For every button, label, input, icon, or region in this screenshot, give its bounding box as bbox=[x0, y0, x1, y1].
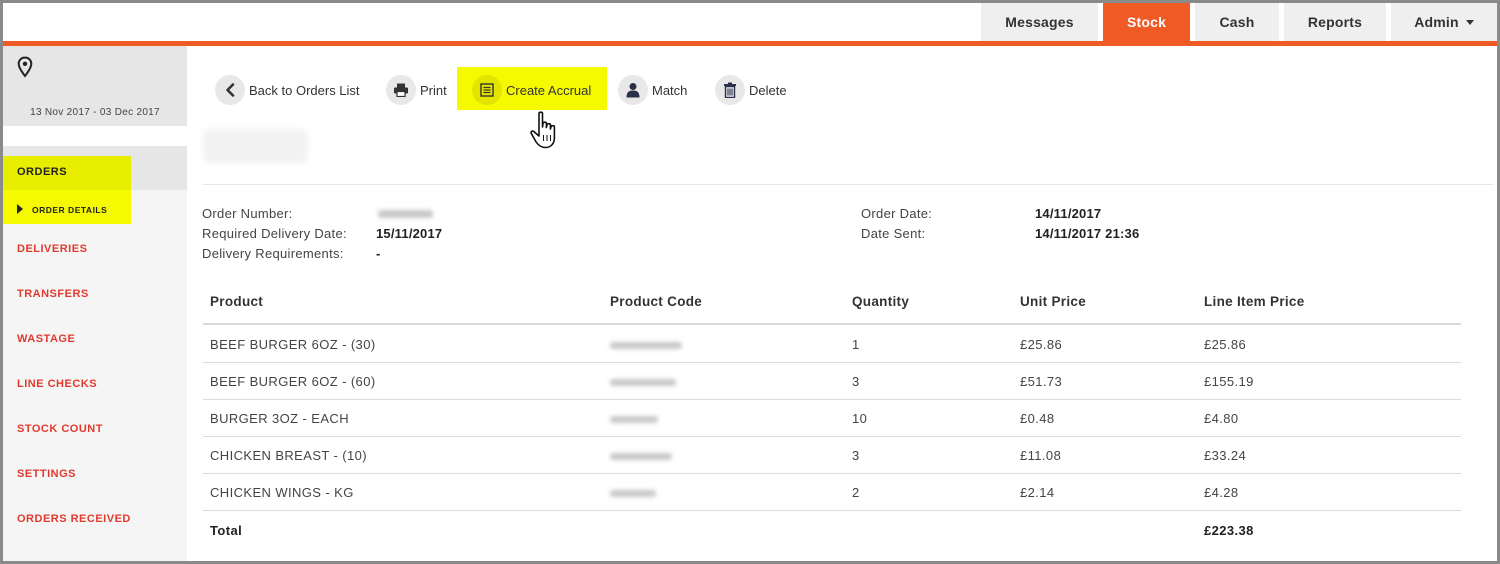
cell-unit-price: £25.86 bbox=[1020, 337, 1063, 352]
sidebar-item-transfers[interactable]: TRANSFERS bbox=[17, 288, 89, 300]
cell-unit-price: £11.08 bbox=[1020, 448, 1062, 463]
table-header: Product Product Code Quantity Unit Price… bbox=[203, 283, 1461, 325]
cell-product-code bbox=[610, 416, 658, 423]
delete-label: Delete bbox=[749, 82, 787, 98]
tab-admin[interactable]: Admin bbox=[1391, 3, 1497, 41]
cell-quantity: 1 bbox=[852, 337, 860, 352]
match-label: Match bbox=[652, 82, 688, 98]
sidebar-item-line-checks[interactable]: LINE CHECKS bbox=[17, 378, 97, 390]
cell-product-code bbox=[610, 453, 672, 460]
map-pin-icon bbox=[17, 56, 33, 78]
header-product: Product bbox=[210, 294, 264, 309]
cell-unit-price: £2.14 bbox=[1020, 485, 1055, 500]
sidebar-item-stock-count[interactable]: STOCK COUNT bbox=[17, 423, 103, 435]
table-row: CHICKEN WINGS - KG 2 £2.14 £4.28 bbox=[203, 474, 1461, 511]
sidebar-item-settings[interactable]: SETTINGS bbox=[17, 468, 76, 480]
trash-icon bbox=[715, 75, 745, 105]
cell-product: BURGER 3OZ - EACH bbox=[210, 411, 349, 426]
table-row: BURGER 3OZ - EACH 10 £0.48 £4.80 bbox=[203, 400, 1461, 437]
date-range: 13 Nov 2017 - 03 Dec 2017 bbox=[30, 107, 160, 118]
cell-line-price: £25.86 bbox=[1204, 337, 1247, 352]
tab-reports[interactable]: Reports bbox=[1284, 3, 1386, 41]
tab-messages[interactable]: Messages bbox=[981, 3, 1098, 41]
header-product-code: Product Code bbox=[610, 294, 703, 309]
print-button[interactable]: Print bbox=[386, 74, 447, 106]
cell-product-code bbox=[610, 379, 676, 386]
cell-line-price: £4.80 bbox=[1204, 411, 1239, 426]
tab-stock[interactable]: Stock bbox=[1103, 3, 1190, 41]
tab-label: Stock bbox=[1126, 14, 1167, 30]
app-window: Messages Stock Cash Reports Admin 13 Nov… bbox=[0, 0, 1500, 564]
cell-product-code bbox=[610, 490, 656, 497]
sidebar: 13 Nov 2017 - 03 Dec 2017 ORDERS ORDER D… bbox=[3, 46, 187, 561]
header-unit-price: Unit Price bbox=[1020, 294, 1087, 309]
blurred-order-number bbox=[378, 210, 433, 218]
back-to-orders-button[interactable]: Back to Orders List bbox=[215, 74, 360, 106]
user-icon bbox=[618, 75, 648, 105]
print-label: Print bbox=[420, 82, 447, 98]
top-nav: Messages Stock Cash Reports Admin bbox=[3, 3, 1497, 46]
sidebar-item-orders-received[interactable]: ORDERS RECEIVED bbox=[17, 513, 131, 525]
chevron-left-icon bbox=[215, 75, 245, 105]
location-panel[interactable]: 13 Nov 2017 - 03 Dec 2017 bbox=[3, 46, 187, 126]
tab-label: Messages bbox=[1005, 14, 1074, 30]
header-quantity: Quantity bbox=[852, 294, 910, 309]
delete-button[interactable]: Delete bbox=[715, 74, 787, 106]
order-number-label: Order Number: bbox=[202, 206, 293, 221]
sidebar-spacer bbox=[3, 126, 187, 146]
chevron-down-icon bbox=[1465, 20, 1474, 25]
table-row: BEEF BURGER 6OZ - (60) 3 £51.73 £155.19 bbox=[203, 363, 1461, 400]
printer-icon bbox=[386, 75, 416, 105]
cell-quantity: 3 bbox=[852, 374, 860, 389]
tab-label: Reports bbox=[1307, 14, 1363, 30]
create-accrual-button[interactable]: Create Accrual bbox=[472, 74, 591, 106]
order-date-label: Order Date: bbox=[861, 206, 933, 221]
divider bbox=[203, 184, 1493, 185]
cell-unit-price: £51.73 bbox=[1020, 374, 1063, 389]
caret-right-icon bbox=[17, 204, 23, 214]
required-delivery-value: 15/11/2017 bbox=[376, 226, 443, 241]
order-date-value: 14/11/2017 bbox=[1035, 206, 1102, 221]
tab-cash[interactable]: Cash bbox=[1195, 3, 1279, 41]
cell-unit-price: £0.48 bbox=[1020, 411, 1055, 426]
total-label: Total bbox=[210, 523, 243, 538]
sidebar-item-wastage[interactable]: WASTAGE bbox=[17, 333, 75, 345]
cell-quantity: 2 bbox=[852, 485, 860, 500]
accrual-list-icon bbox=[472, 75, 502, 105]
create-accrual-label: Create Accrual bbox=[506, 82, 592, 98]
back-label: Back to Orders List bbox=[249, 82, 360, 98]
total-value: £223.38 bbox=[1204, 523, 1254, 538]
cell-product: BEEF BURGER 6OZ - (30) bbox=[210, 337, 376, 352]
cell-line-price: £155.19 bbox=[1204, 374, 1254, 389]
nav-accent-bar bbox=[3, 41, 1497, 46]
tab-label: Admin bbox=[1414, 14, 1459, 30]
sidebar-item-deliveries[interactable]: DELIVERIES bbox=[17, 243, 87, 255]
cell-line-price: £33.24 bbox=[1204, 448, 1247, 463]
cell-product-code bbox=[610, 342, 682, 349]
blurred-supplier-title bbox=[203, 129, 308, 163]
match-button[interactable]: Match bbox=[618, 74, 687, 106]
header-line-item-price: Line Item Price bbox=[1204, 294, 1305, 309]
cell-quantity: 10 bbox=[852, 411, 868, 426]
hand-cursor-icon bbox=[530, 111, 556, 149]
delivery-requirements-label: Delivery Requirements: bbox=[202, 246, 344, 261]
required-delivery-label: Required Delivery Date: bbox=[202, 226, 347, 241]
table-total-row: Total £223.38 bbox=[203, 512, 1461, 542]
table-row: BEEF BURGER 6OZ - (30) 1 £25.86 £25.86 bbox=[203, 326, 1461, 363]
tab-label: Cash bbox=[1219, 14, 1255, 30]
cell-quantity: 3 bbox=[852, 448, 860, 463]
cell-product: BEEF BURGER 6OZ - (60) bbox=[210, 374, 376, 389]
sidebar-item-orders[interactable]: ORDERS bbox=[17, 166, 67, 178]
table-row: CHICKEN BREAST - (10) 3 £11.08 £33.24 bbox=[203, 437, 1461, 474]
cell-line-price: £4.28 bbox=[1204, 485, 1239, 500]
date-sent-value: 14/11/2017 21:36 bbox=[1035, 226, 1140, 241]
cell-product: CHICKEN BREAST - (10) bbox=[210, 448, 367, 463]
sidebar-item-order-details[interactable]: ORDER DETAILS bbox=[32, 205, 107, 215]
delivery-requirements-value: - bbox=[376, 246, 381, 261]
date-sent-label: Date Sent: bbox=[861, 226, 926, 241]
cell-product: CHICKEN WINGS - KG bbox=[210, 485, 354, 500]
